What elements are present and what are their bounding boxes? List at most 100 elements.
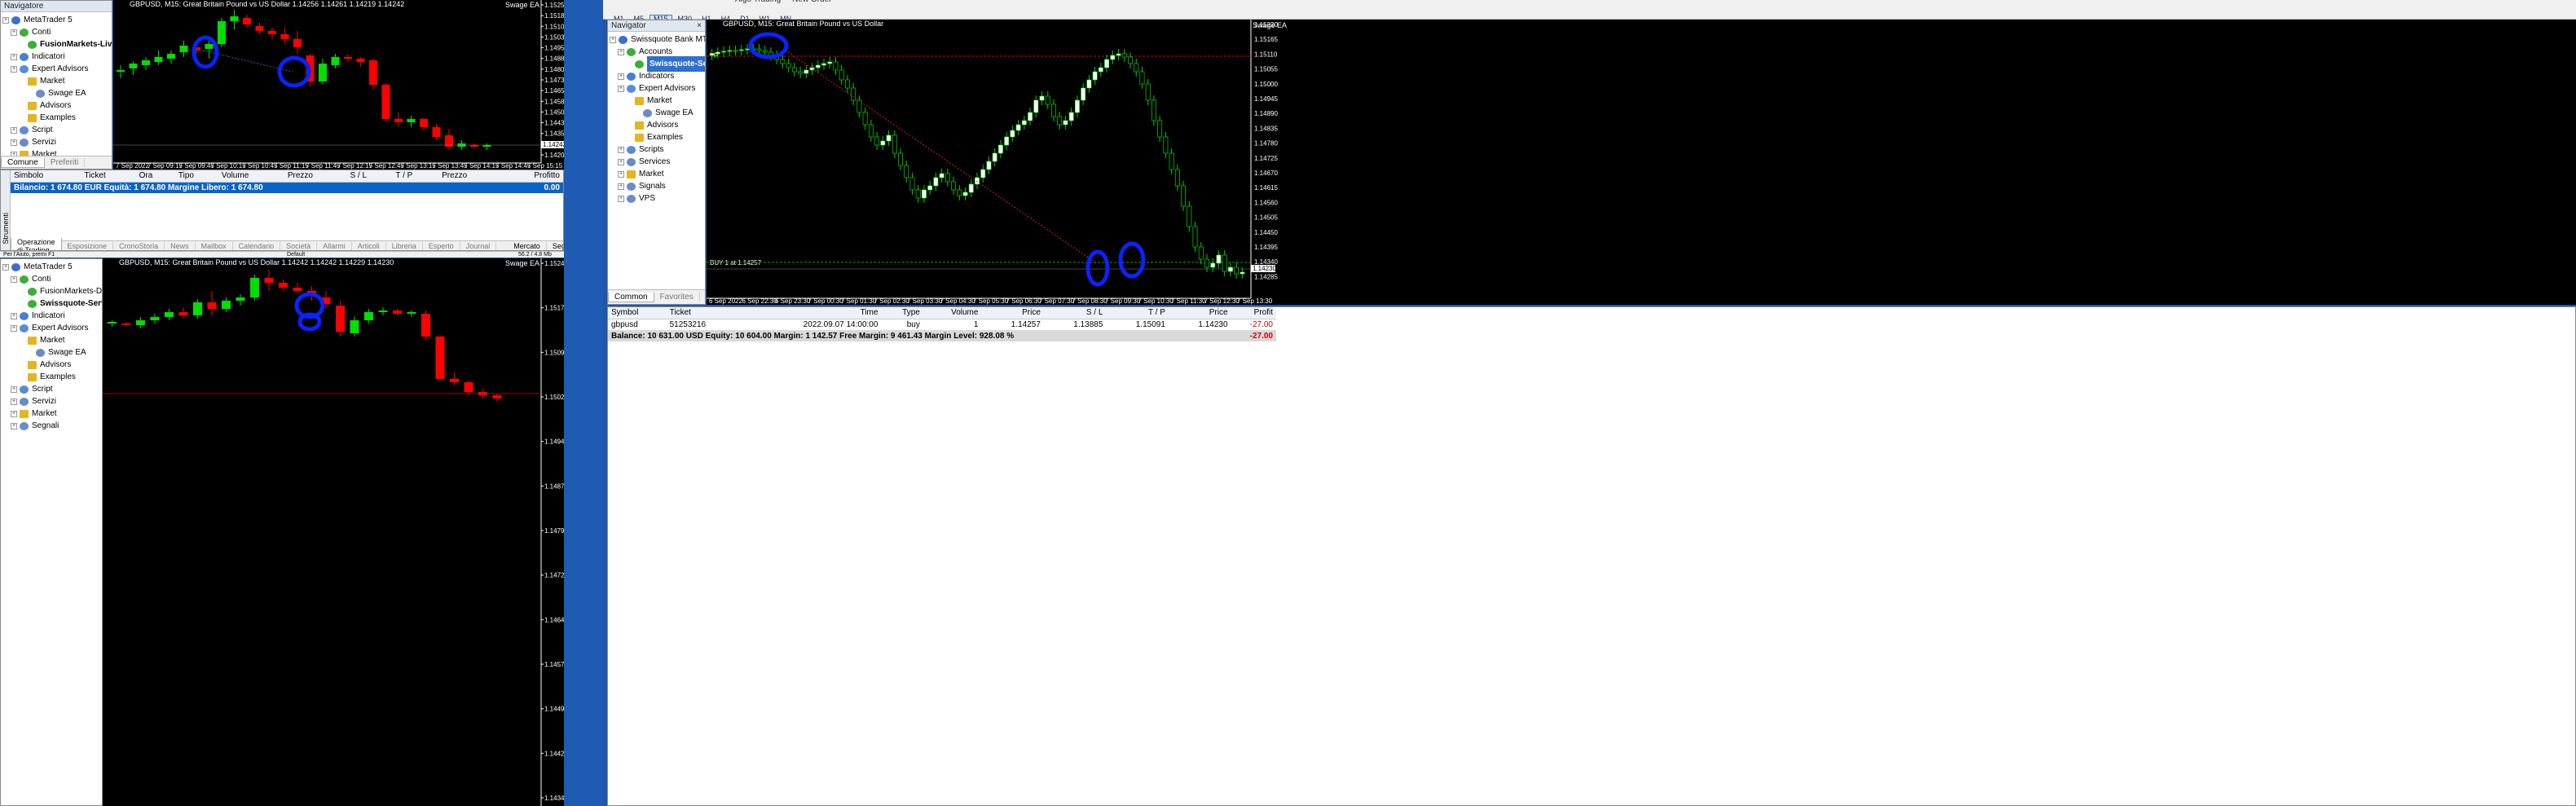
- tab-10[interactable]: Esperto: [423, 242, 460, 250]
- expand-icon[interactable]: +: [610, 36, 616, 43]
- tab-favorites[interactable]: Favorites: [654, 293, 700, 302]
- new-order-button[interactable]: New Order: [792, 0, 831, 7]
- balance-row-r[interactable]: Balance: 10 631.00 USD Equity: 10 604.00…: [608, 330, 1276, 341]
- tree-node[interactable]: + Indicatori: [2, 310, 102, 322]
- tree-node[interactable]: Advisors: [2, 359, 102, 371]
- algo-trading-button[interactable]: Algo Trading: [735, 0, 781, 7]
- col-price-current[interactable]: Price: [1168, 307, 1231, 319]
- tab-3[interactable]: News: [165, 242, 196, 250]
- tree-node[interactable]: + Expert Advisors: [2, 63, 112, 75]
- expand-icon[interactable]: +: [618, 73, 624, 80]
- tree-node[interactable]: Market: [2, 334, 102, 346]
- tab-7[interactable]: Allarmi: [317, 242, 352, 250]
- expand-icon[interactable]: +: [618, 146, 624, 153]
- expand-icon[interactable]: +: [11, 312, 17, 319]
- expand-icon[interactable]: +: [11, 398, 17, 405]
- tree-node[interactable]: + Signals: [610, 180, 705, 192]
- tab-5[interactable]: Calendario: [233, 242, 281, 250]
- tree-node[interactable]: FusionMarkets-Demo: [2, 285, 102, 297]
- left-bottom-chart[interactable]: GBPUSD, M15: Great Britain Pound vs US D…: [103, 258, 564, 806]
- tab-1[interactable]: Esposizione: [62, 242, 114, 250]
- expand-icon[interactable]: +: [11, 324, 17, 332]
- tree-node[interactable]: Swage EA: [2, 346, 102, 359]
- tab-2[interactable]: CronoStoria: [113, 242, 165, 250]
- tree-node[interactable]: + Segnali: [2, 420, 102, 432]
- tree-node[interactable]: + Script: [2, 124, 112, 136]
- time-tick: 6 Sep 2022: [709, 297, 742, 305]
- expand-icon[interactable]: +: [618, 183, 624, 190]
- col-volume[interactable]: Volume: [218, 170, 284, 183]
- left-top-chart[interactable]: GBPUSD, M15: Great Britain Pound vs US D…: [113, 0, 564, 170]
- tree-node[interactable]: + MetaTrader 5: [2, 261, 102, 273]
- expand-icon[interactable]: +: [2, 16, 9, 24]
- right-chart[interactable]: GBPUSD, M15: Great Britain Pound vs US D…: [707, 20, 2576, 305]
- tree-node[interactable]: + Conti: [2, 26, 112, 38]
- col-sl-r[interactable]: S / L: [1043, 307, 1107, 319]
- tab-6[interactable]: Società: [280, 242, 318, 250]
- tree-node[interactable]: + Expert Advisors: [2, 322, 102, 334]
- tab-common[interactable]: Common: [608, 292, 654, 302]
- col-ticket-r[interactable]: Ticket: [666, 307, 741, 319]
- col-tp[interactable]: T / P: [392, 170, 439, 183]
- col-sl[interactable]: S / L: [346, 170, 393, 183]
- expand-icon[interactable]: +: [11, 65, 17, 73]
- tree-node[interactable]: Examples: [2, 112, 112, 124]
- tree-node[interactable]: Swage EA: [2, 87, 112, 99]
- col-profit[interactable]: Profit: [1231, 307, 1276, 319]
- expand-icon[interactable]: +: [11, 139, 17, 146]
- expand-icon[interactable]: +: [618, 195, 624, 202]
- tree-node[interactable]: Examples: [2, 371, 102, 383]
- tree-node[interactable]: + Script: [2, 383, 102, 395]
- tab-0[interactable]: Operazione di Trading: [11, 237, 62, 250]
- expand-icon[interactable]: +: [618, 170, 624, 178]
- tree-node[interactable]: + MetaTrader 5: [2, 14, 112, 26]
- col-ticket[interactable]: Ticket: [81, 170, 136, 183]
- tab-8[interactable]: Articoli: [352, 242, 386, 250]
- tree-node[interactable]: Advisors: [2, 99, 112, 112]
- position-row[interactable]: gbpusd 51253216 2022.09.07 14:00:00 buy …: [608, 319, 1276, 330]
- expand-icon[interactable]: +: [11, 29, 17, 36]
- expand-icon[interactable]: +: [2, 263, 9, 271]
- price-tick: 1.14945: [544, 438, 564, 446]
- tab-preferiti[interactable]: Preferiti: [45, 158, 86, 167]
- tab-comune[interactable]: Comune: [1, 157, 45, 168]
- col-symbol[interactable]: Symbol: [608, 307, 667, 319]
- col-tipo[interactable]: Tipo: [174, 170, 218, 183]
- price-tick: 1.14805: [544, 66, 564, 73]
- expand-icon[interactable]: +: [618, 85, 624, 92]
- tree-node[interactable]: Market: [2, 75, 112, 87]
- col-simbolo[interactable]: Simbolo: [11, 170, 81, 183]
- col-tp-r[interactable]: T / P: [1106, 307, 1169, 319]
- expand-icon[interactable]: +: [11, 422, 17, 429]
- expand-icon[interactable]: +: [618, 48, 624, 55]
- col-prezzo[interactable]: Prezzo: [284, 170, 347, 183]
- close-icon[interactable]: ×: [697, 20, 702, 31]
- tree-node[interactable]: + Indicatori: [2, 51, 112, 63]
- col-price[interactable]: Price: [981, 307, 1044, 319]
- balance-row[interactable]: Bilancio: 1 674.80 EUR Equità: 1 674.80 …: [11, 182, 563, 193]
- expand-icon[interactable]: +: [11, 126, 17, 134]
- tree-node[interactable]: + Servizi: [2, 395, 102, 407]
- tree-node[interactable]: + Servizi: [2, 136, 112, 148]
- tree-node[interactable]: + Market: [2, 407, 102, 420]
- tree-node[interactable]: + VPS: [610, 192, 705, 205]
- expand-icon[interactable]: +: [11, 53, 17, 60]
- col-profitto[interactable]: Profitto: [500, 170, 563, 183]
- tab-9[interactable]: Libreria: [386, 242, 423, 250]
- col-ora[interactable]: Ora: [135, 170, 175, 183]
- expand-icon[interactable]: +: [618, 158, 624, 165]
- col-volume-r[interactable]: Volume: [923, 307, 982, 319]
- col-type[interactable]: Type: [881, 307, 923, 319]
- expand-icon[interactable]: +: [11, 385, 17, 393]
- tab-11[interactable]: Journal: [460, 242, 497, 250]
- link-1[interactable]: Segnali: [547, 242, 563, 250]
- link-0[interactable]: Mercato: [508, 242, 547, 250]
- tree-node[interactable]: FusionMarkets-Live: [2, 38, 112, 51]
- tab-4[interactable]: Mailbox: [196, 242, 233, 250]
- col-prezzo-current[interactable]: Prezzo: [438, 170, 501, 183]
- expand-icon[interactable]: +: [11, 275, 17, 283]
- tree-node[interactable]: Swissquote-Server: [2, 297, 102, 310]
- expand-icon[interactable]: +: [11, 410, 17, 417]
- tree-node[interactable]: + Conti: [2, 273, 102, 285]
- col-time[interactable]: Time: [740, 307, 882, 319]
